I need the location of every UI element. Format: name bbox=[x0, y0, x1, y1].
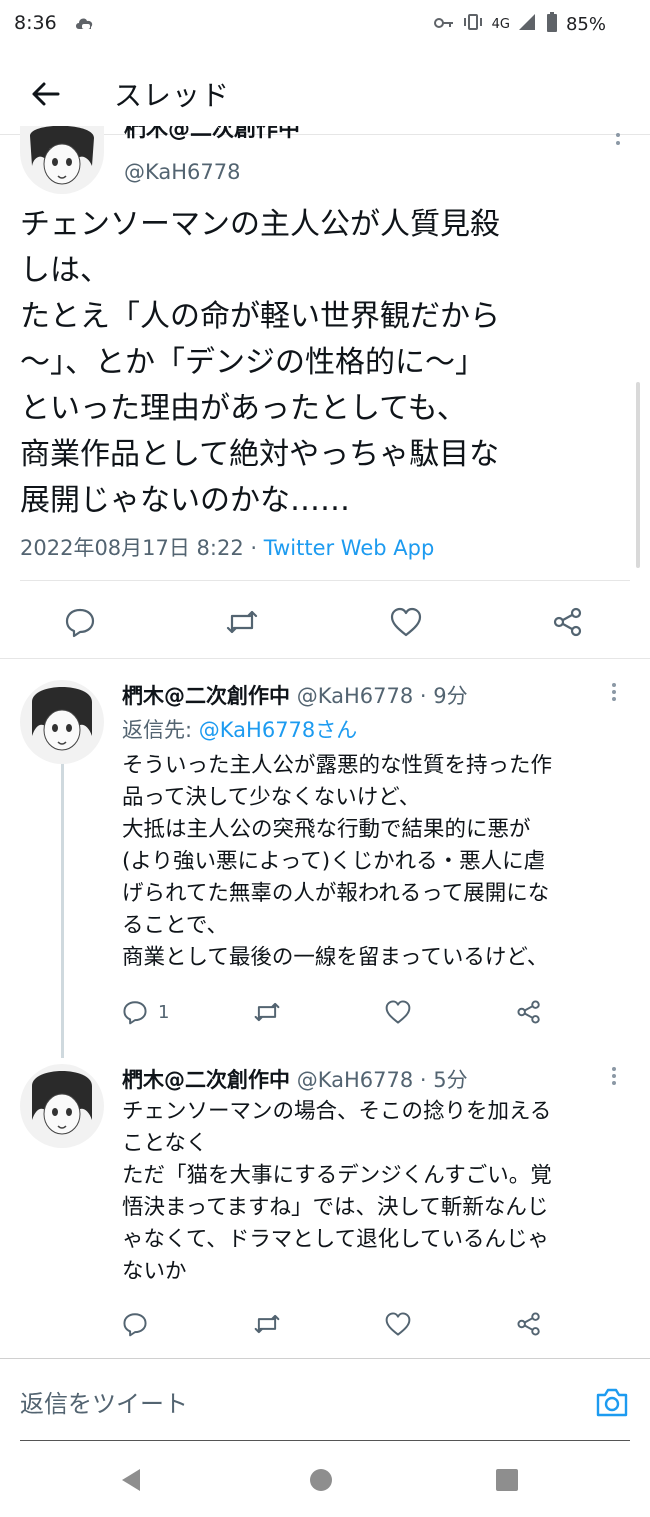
reply-icon bbox=[123, 1313, 147, 1337]
reply-to-label: 返信先: bbox=[122, 718, 199, 742]
nav-recents-button[interactable] bbox=[492, 1465, 522, 1495]
battery-icon bbox=[546, 12, 558, 37]
more-vertical-icon bbox=[612, 683, 616, 701]
app-header: スレッド bbox=[0, 52, 650, 132]
author-name: 椚木@二次創作中 bbox=[122, 684, 290, 708]
heart-icon bbox=[385, 1312, 411, 1336]
author-handle: @KaH6778 · 9分 bbox=[296, 684, 468, 708]
system-nav-bar bbox=[0, 1441, 650, 1517]
status-icons: 4G 85% bbox=[433, 12, 606, 37]
battery-percent: 85% bbox=[565, 14, 606, 35]
triangle-back-icon bbox=[122, 1469, 140, 1491]
author-name: 椚木@二次創作中 bbox=[122, 1068, 290, 1092]
avatar[interactable] bbox=[20, 680, 104, 764]
camera-icon bbox=[596, 1388, 628, 1417]
divider bbox=[0, 1358, 650, 1359]
like-button[interactable] bbox=[384, 994, 412, 1030]
author-name[interactable]: 椚木@二次創作中 bbox=[124, 126, 300, 142]
reply-header[interactable]: 椚木@二次創作中 @KaH6778 · 5分 bbox=[122, 1064, 468, 1094]
thread-connector-line bbox=[61, 762, 64, 1058]
like-button[interactable] bbox=[384, 1306, 412, 1342]
nav-home-button[interactable] bbox=[306, 1465, 336, 1495]
like-button[interactable] bbox=[384, 600, 428, 644]
square-recents-icon bbox=[496, 1469, 518, 1491]
heart-icon bbox=[385, 1000, 411, 1024]
divider bbox=[0, 658, 650, 659]
author-handle[interactable]: @KaH6778 bbox=[124, 160, 241, 184]
retweet-button[interactable] bbox=[252, 1306, 282, 1342]
reply-button[interactable]: 1 bbox=[122, 994, 169, 1030]
more-vertical-icon bbox=[616, 133, 620, 145]
author-handle: @KaH6778 · 5分 bbox=[296, 1068, 468, 1092]
compose-reply-bar: 返信をツイート bbox=[0, 1362, 650, 1438]
page-title: スレッド bbox=[114, 79, 231, 112]
divider bbox=[20, 580, 630, 581]
retweet-icon bbox=[254, 1314, 280, 1334]
status-bar: 8:36 4G 85% bbox=[0, 0, 650, 50]
main-tweet-actions bbox=[0, 600, 650, 644]
retweet-button[interactable] bbox=[252, 994, 282, 1030]
camera-button[interactable] bbox=[594, 1384, 630, 1420]
share-button[interactable] bbox=[546, 600, 590, 644]
more-options-button[interactable] bbox=[610, 682, 618, 706]
tweet-source-link[interactable]: Twitter Web App bbox=[264, 536, 435, 560]
back-button[interactable] bbox=[26, 74, 66, 114]
arrow-left-icon bbox=[32, 82, 60, 106]
share-button[interactable] bbox=[516, 994, 542, 1030]
reply-to: 返信先: @KaH6778さん bbox=[122, 714, 357, 744]
tweet-text: そういった主人公が露悪的な性質を持った作 品って決して少なくないけど、 大抵は主… bbox=[122, 753, 553, 970]
reply-header[interactable]: 椚木@二次創作中 @KaH6778 · 9分 bbox=[122, 680, 468, 710]
reply-to-user-link[interactable]: @KaH6778さん bbox=[199, 718, 358, 742]
scrollbar[interactable] bbox=[636, 382, 640, 568]
avatar[interactable] bbox=[20, 1064, 104, 1148]
reply-actions bbox=[110, 1306, 630, 1342]
reply-count: 1 bbox=[158, 1001, 170, 1023]
circle-home-icon bbox=[310, 1469, 332, 1491]
tweet-meta: 2022年08月17日 8:22 · Twitter Web App bbox=[20, 532, 434, 562]
nav-back-button[interactable] bbox=[116, 1465, 146, 1495]
more-options-button[interactable] bbox=[614, 132, 622, 151]
reply-actions: 1 bbox=[110, 994, 630, 1030]
network-type: 4G bbox=[491, 17, 510, 32]
signal-icon bbox=[518, 13, 538, 36]
more-vertical-icon bbox=[612, 1067, 616, 1085]
reply-icon bbox=[65, 608, 95, 638]
tweet-text: チェンソーマンの場合、そこの捻りを加える ことなく ただ「猫を大事にするデンジく… bbox=[122, 1099, 552, 1284]
tweet-text: チェンソーマンの主人公が人質見殺 しは、 たとえ「人の命が軽い世界観だから 〜」… bbox=[20, 207, 500, 518]
heart-icon bbox=[390, 607, 422, 637]
tweet-date: 2022年08月17日 8:22 · bbox=[20, 536, 264, 560]
reply-button[interactable] bbox=[122, 1306, 148, 1342]
share-icon bbox=[553, 607, 582, 637]
retweet-icon bbox=[254, 1002, 280, 1022]
cloud-game-icon bbox=[74, 14, 96, 36]
reply-button[interactable] bbox=[58, 600, 102, 644]
retweet-icon bbox=[226, 610, 258, 634]
key-icon bbox=[433, 14, 454, 35]
retweet-button[interactable] bbox=[220, 600, 264, 644]
status-time: 8:36 bbox=[14, 12, 57, 34]
share-icon bbox=[517, 1312, 540, 1336]
share-icon bbox=[517, 1000, 540, 1024]
avatar[interactable] bbox=[20, 126, 104, 194]
more-options-button[interactable] bbox=[610, 1066, 618, 1090]
vibrate-icon bbox=[462, 13, 484, 36]
reply-icon bbox=[123, 1001, 147, 1025]
share-button[interactable] bbox=[516, 1306, 542, 1342]
reply-input[interactable]: 返信をツイート bbox=[20, 1384, 188, 1419]
